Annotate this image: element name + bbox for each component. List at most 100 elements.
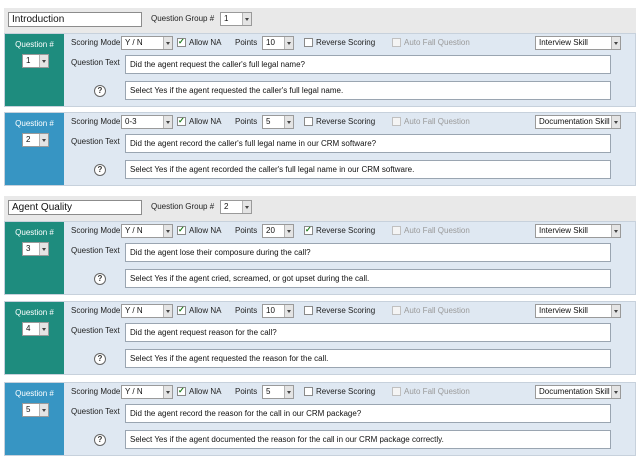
- skill-category-value: Interview Skill: [539, 226, 588, 235]
- points-value: 10: [266, 306, 275, 315]
- question-number-label: Question #: [15, 228, 54, 237]
- question-group-value: 2: [224, 202, 229, 211]
- scoring-mode-label: Scoring Mode: [71, 117, 121, 126]
- reverse-scoring-checkbox[interactable]: [304, 225, 313, 235]
- points-select[interactable]: 5: [262, 385, 294, 399]
- skill-category-select[interactable]: Documentation Skill: [535, 115, 621, 129]
- allow-na-checkbox[interactable]: [177, 305, 186, 315]
- question-number-select[interactable]: 5: [22, 403, 49, 417]
- allow-na-checkbox[interactable]: [177, 116, 186, 126]
- help-text-input[interactable]: Select Yes if the agent recorded the cal…: [125, 160, 611, 179]
- scoring-mode-value: 0-3: [125, 117, 137, 126]
- chevron-down-icon: [163, 225, 172, 237]
- allow-na-label: Allow NA: [189, 226, 222, 235]
- question-text-input[interactable]: Did the agent request reason for the cal…: [125, 323, 611, 342]
- question-text-label: Question Text: [71, 407, 120, 416]
- skill-category-select[interactable]: Interview Skill: [535, 36, 621, 50]
- chevron-down-icon: [39, 134, 48, 146]
- points-value: 5: [266, 387, 271, 396]
- question-text-input[interactable]: Did the agent request the caller's full …: [125, 55, 611, 74]
- auto-fail-checkbox: [392, 38, 401, 47]
- question-text-label: Question Text: [71, 58, 120, 67]
- scoring-mode-select[interactable]: Y / N: [121, 304, 173, 318]
- question-group-select[interactable]: 2: [220, 200, 252, 214]
- auto-fail-checkbox: [392, 117, 401, 126]
- scoring-mode-select[interactable]: Y / N: [121, 36, 173, 50]
- scoring-mode-select[interactable]: Y / N: [121, 224, 173, 238]
- help-text-input[interactable]: Select Yes if the agent documented the r…: [125, 430, 611, 449]
- help-icon[interactable]: ?: [94, 434, 106, 446]
- chevron-down-icon: [611, 225, 620, 237]
- chevron-down-icon: [611, 305, 620, 317]
- chevron-down-icon: [284, 225, 293, 237]
- auto-fail-checkbox: [392, 306, 401, 315]
- chevron-down-icon: [163, 386, 172, 398]
- points-select[interactable]: 10: [262, 304, 294, 318]
- question-number-select[interactable]: 2: [22, 133, 49, 147]
- reverse-scoring-checkbox[interactable]: [304, 306, 313, 315]
- points-label: Points: [235, 387, 258, 396]
- help-icon[interactable]: ?: [94, 353, 106, 365]
- help-text-input[interactable]: Select Yes if the agent requested the ca…: [125, 81, 611, 100]
- reverse-scoring-label: Reverse Scoring: [316, 306, 376, 315]
- scoring-mode-label: Scoring Mode: [71, 306, 121, 315]
- points-label: Points: [235, 117, 258, 126]
- chevron-down-icon: [611, 37, 620, 49]
- allow-na-checkbox[interactable]: [177, 386, 186, 396]
- question-text-label: Question Text: [71, 137, 120, 146]
- skill-category-select[interactable]: Documentation Skill: [535, 385, 621, 399]
- group-name-input[interactable]: Agent Quality: [8, 200, 142, 215]
- points-value: 5: [266, 117, 271, 126]
- question-number-select[interactable]: 1: [22, 54, 49, 68]
- reverse-scoring-label: Reverse Scoring: [316, 226, 376, 235]
- allow-na-checkbox[interactable]: [177, 225, 186, 235]
- points-label: Points: [235, 38, 258, 47]
- help-icon[interactable]: ?: [94, 85, 106, 97]
- scoring-mode-value: Y / N: [125, 226, 143, 235]
- scoring-mode-value: Y / N: [125, 306, 143, 315]
- question-number-value: 2: [26, 135, 31, 144]
- question-card: Question # 5 Scoring Mode Y / N Allow NA…: [4, 382, 636, 456]
- reverse-scoring-checkbox[interactable]: [304, 38, 313, 47]
- skill-category-select[interactable]: Interview Skill: [535, 304, 621, 318]
- chevron-down-icon: [284, 305, 293, 317]
- auto-fail-checkbox: [392, 387, 401, 396]
- help-icon[interactable]: ?: [94, 164, 106, 176]
- points-select[interactable]: 10: [262, 36, 294, 50]
- allow-na-label: Allow NA: [189, 387, 222, 396]
- question-text-input[interactable]: Did the agent record the reason for the …: [125, 404, 611, 423]
- skill-category-value: Documentation Skill: [539, 117, 610, 126]
- chevron-down-icon: [39, 55, 48, 67]
- question-text-input[interactable]: Did the agent lose their composure durin…: [125, 243, 611, 262]
- scoring-mode-label: Scoring Mode: [71, 387, 121, 396]
- question-group-label: Question Group #: [151, 202, 215, 211]
- question-number-select[interactable]: 3: [22, 242, 49, 256]
- reverse-scoring-checkbox[interactable]: [304, 117, 313, 126]
- question-number-label: Question #: [15, 40, 54, 49]
- question-text-input[interactable]: Did the agent record the caller's full l…: [125, 134, 611, 153]
- question-number-value: 5: [26, 405, 31, 414]
- points-select[interactable]: 5: [262, 115, 294, 129]
- question-group-select[interactable]: 1: [220, 12, 252, 26]
- chevron-down-icon: [163, 305, 172, 317]
- points-label: Points: [235, 226, 258, 235]
- allow-na-checkbox[interactable]: [177, 37, 186, 47]
- question-number-panel: Question # 4: [5, 302, 64, 374]
- help-text-input[interactable]: Select Yes if the agent cried, screamed,…: [125, 269, 611, 288]
- reverse-scoring-label: Reverse Scoring: [316, 38, 376, 47]
- chevron-down-icon: [284, 116, 293, 128]
- allow-na-label: Allow NA: [189, 38, 222, 47]
- reverse-scoring-checkbox[interactable]: [304, 387, 313, 396]
- scoring-mode-select[interactable]: 0-3: [121, 115, 173, 129]
- auto-fail-label: Auto Fall Question: [404, 306, 470, 315]
- skill-category-select[interactable]: Interview Skill: [535, 224, 621, 238]
- help-text-input[interactable]: Select Yes if the agent requested the re…: [125, 349, 611, 368]
- help-icon[interactable]: ?: [94, 273, 106, 285]
- chevron-down-icon: [611, 116, 620, 128]
- points-select[interactable]: 20: [262, 224, 294, 238]
- scoring-mode-select[interactable]: Y / N: [121, 385, 173, 399]
- question-number-select[interactable]: 4: [22, 322, 49, 336]
- question-card: Question # 1 Scoring Mode Y / N Allow NA…: [4, 33, 636, 107]
- chevron-down-icon: [163, 116, 172, 128]
- group-name-input[interactable]: Introduction: [8, 12, 142, 27]
